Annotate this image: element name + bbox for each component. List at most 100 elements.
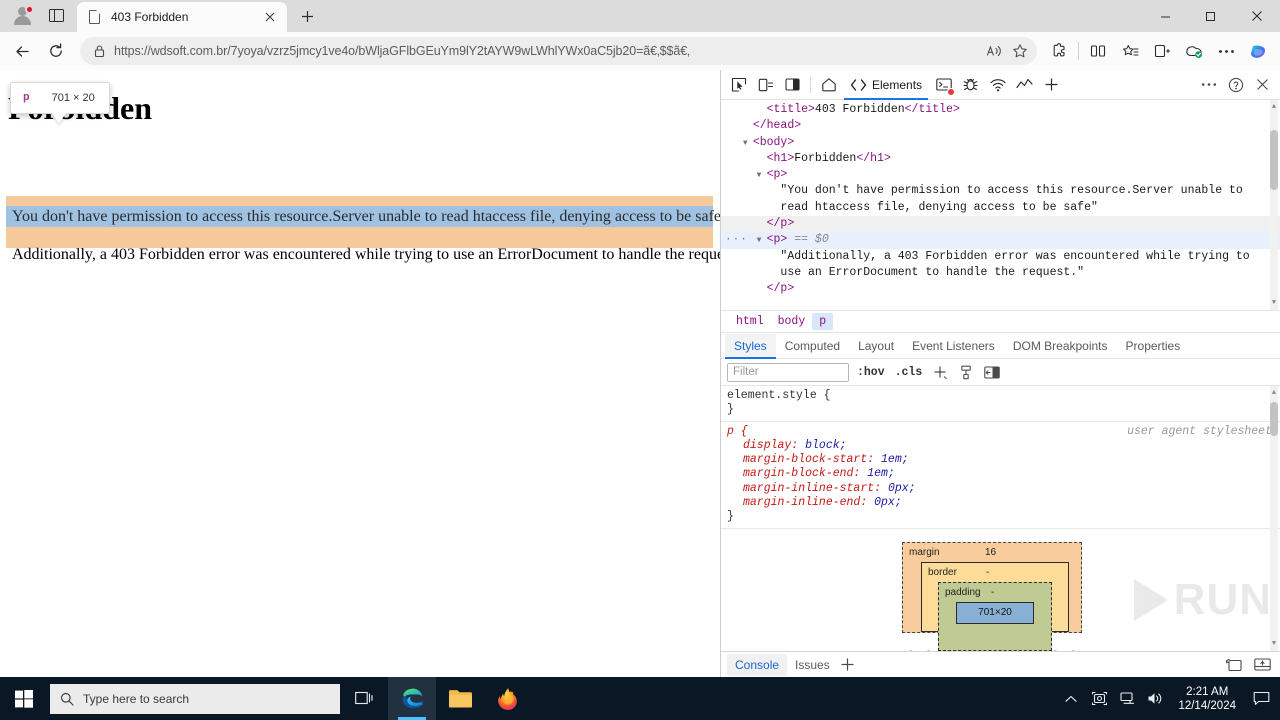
box-model-margin-left-value[interactable]: -: [909, 645, 912, 651]
sidebar-tab-event-listeners[interactable]: Event Listeners: [903, 334, 1004, 358]
sidebar-tab-layout[interactable]: Layout: [849, 334, 903, 358]
close-tab-button[interactable]: [259, 6, 281, 28]
sidebar-tab-styles[interactable]: Styles: [725, 333, 776, 359]
force-state-hov-button[interactable]: :hov: [855, 366, 887, 379]
page-viewport[interactable]: Forbidden You don't have permission to a…: [0, 70, 720, 677]
browser-tab-403-forbidden[interactable]: 403 Forbidden: [77, 2, 287, 32]
add-favorite-star-icon[interactable]: [1007, 39, 1033, 63]
css-declaration-margin-block-start[interactable]: margin-block-start: 1em;: [727, 453, 1274, 467]
css-property-name[interactable]: margin-block-start:: [743, 453, 881, 466]
box-model-margin-right-value[interactable]: -: [1072, 645, 1075, 651]
home-icon[interactable]: [815, 72, 842, 98]
breadcrumb-item-p[interactable]: p: [812, 313, 834, 330]
dom-node-line[interactable]: </p>: [721, 216, 1280, 233]
show-hidden-icons-chevron[interactable]: [1058, 677, 1084, 720]
camera-privacy-icon[interactable]: [1086, 677, 1112, 720]
start-button[interactable]: [0, 677, 48, 720]
box-model-margin-value[interactable]: 16: [985, 546, 996, 560]
expand-collapse-triangle-icon[interactable]: ▼: [757, 168, 767, 184]
bug-icon[interactable]: [957, 72, 984, 98]
taskbar-clock[interactable]: 2:21 AM 12/14/2024: [1170, 685, 1244, 713]
console-settings-icon[interactable]: [1224, 655, 1244, 675]
volume-icon[interactable]: [1142, 677, 1168, 720]
back-button[interactable]: [6, 36, 38, 66]
sidebar-tab-dom-breakpoints[interactable]: DOM Breakpoints: [1004, 334, 1117, 358]
dom-node-line[interactable]: "Additionally, a 403 Forbidden error was…: [721, 249, 1280, 265]
expand-collapse-triangle-icon[interactable]: ▼: [743, 136, 753, 152]
box-model-padding-value[interactable]: -: [991, 586, 994, 600]
breadcrumb-item-body[interactable]: body: [771, 313, 813, 330]
new-style-rule-icon[interactable]: [930, 362, 950, 382]
profile-button[interactable]: [6, 1, 40, 29]
sidebar-tab-computed[interactable]: Computed: [776, 334, 849, 358]
read-aloud-icon[interactable]: [981, 39, 1007, 63]
css-property-value[interactable]: 0px;: [888, 482, 916, 495]
dom-node-more-icon[interactable]: ···: [725, 232, 748, 248]
taskbar-file-explorer-button[interactable]: [436, 677, 484, 720]
dom-node-line[interactable]: <h1>Forbidden</h1>: [721, 151, 1280, 167]
box-model-border-value[interactable]: -: [986, 566, 989, 580]
taskbar-firefox-button[interactable]: [484, 677, 532, 720]
css-rule-p[interactable]: p {user agent stylesheet display: block; m…: [721, 422, 1280, 529]
close-window-button[interactable]: [1234, 0, 1280, 32]
dom-node-line[interactable]: </head>: [721, 118, 1280, 134]
copilot-icon[interactable]: [1242, 36, 1274, 66]
drawer-add-tool-icon[interactable]: [838, 655, 858, 675]
css-declaration-margin-inline-end[interactable]: margin-inline-end: 0px;: [727, 496, 1274, 510]
css-rule-element-style[interactable]: element.style {}: [721, 386, 1280, 422]
dom-node-line[interactable]: "You don't have permission to access thi…: [721, 183, 1280, 199]
device-toolbar-icon[interactable]: [752, 72, 779, 98]
box-model-diagram[interactable]: margin 16 border - padding - 701×20 - - …: [721, 529, 1280, 651]
css-declaration-margin-inline-start[interactable]: margin-inline-start: 0px;: [727, 482, 1274, 496]
box-model-border-box[interactable]: border - padding - 701×20: [921, 561, 1069, 651]
more-options-icon[interactable]: [1195, 72, 1222, 98]
css-property-name[interactable]: margin-inline-start:: [743, 482, 888, 495]
dom-tree-scrollbar-thumb[interactable]: [1270, 130, 1278, 190]
address-bar[interactable]: https://wdsoft.com.br/7yoya/vzrz5jmcy1ve…: [80, 37, 1037, 65]
network-icon[interactable]: [1114, 677, 1140, 720]
css-property-value[interactable]: 1em;: [881, 453, 909, 466]
dock-side-icon[interactable]: [779, 72, 806, 98]
element-classes-icon[interactable]: [956, 362, 976, 382]
collections-icon[interactable]: [1146, 36, 1178, 66]
maximize-button[interactable]: [1188, 0, 1234, 32]
dom-node-line[interactable]: <title>403 Forbidden</title>: [721, 102, 1280, 118]
taskbar-search-box[interactable]: Type here to search: [50, 683, 340, 714]
dom-node-line[interactable]: read htaccess file, denying access to be…: [721, 200, 1280, 216]
taskbar-edge-button[interactable]: [388, 677, 436, 720]
add-panel-icon[interactable]: [1038, 72, 1065, 98]
styles-scroll-down-arrow-icon[interactable]: ▼: [1270, 639, 1278, 649]
favorites-icon[interactable]: [1114, 36, 1146, 66]
box-model-border-right-value[interactable]: -: [1054, 645, 1057, 651]
dom-node-line[interactable]: ··· ▼ <p> == $0: [721, 232, 1280, 249]
tab-search-button[interactable]: [41, 1, 71, 29]
css-property-value[interactable]: block;: [805, 439, 846, 452]
styles-rules-pane[interactable]: element.style {} p {user agent stylesheet…: [721, 386, 1280, 651]
css-declaration-margin-block-end[interactable]: margin-block-end: 1em;: [727, 467, 1274, 481]
css-declaration-display[interactable]: display: block;: [727, 439, 1274, 453]
css-property-name[interactable]: margin-block-end:: [743, 467, 867, 480]
settings-and-more-icon[interactable]: [1210, 36, 1242, 66]
css-property-name[interactable]: margin-inline-end:: [743, 496, 874, 509]
dom-node-line[interactable]: </p>: [721, 281, 1280, 297]
css-property-name[interactable]: display:: [743, 439, 805, 452]
dom-node-line[interactable]: use an ErrorDocument to handle the reque…: [721, 265, 1280, 281]
minimize-button[interactable]: [1142, 0, 1188, 32]
split-screen-icon[interactable]: [1082, 36, 1114, 66]
styles-filter-input[interactable]: Filter: [727, 362, 849, 382]
drawer-tab-console[interactable]: Console: [727, 653, 788, 676]
css-selector[interactable]: element.style {: [727, 389, 1274, 403]
dom-node-line[interactable]: ▼ <body>: [721, 135, 1280, 151]
css-property-value[interactable]: 1em;: [867, 467, 895, 480]
scroll-down-arrow-icon[interactable]: ▼: [1270, 298, 1278, 308]
task-view-button[interactable]: [340, 677, 388, 720]
browser-essentials-icon[interactable]: [1178, 36, 1210, 66]
box-model-padding-right-value[interactable]: -: [1034, 645, 1037, 651]
sidebar-tab-properties[interactable]: Properties: [1117, 334, 1190, 358]
notification-center-icon[interactable]: [1246, 677, 1276, 720]
drawer-tab-issues[interactable]: Issues: [787, 654, 838, 676]
toggle-computed-sidebar-icon[interactable]: [982, 362, 1002, 382]
dom-node-line[interactable]: ▼ <p>: [721, 167, 1280, 183]
css-property-value[interactable]: 0px;: [874, 496, 902, 509]
close-devtools-icon[interactable]: [1249, 72, 1276, 98]
